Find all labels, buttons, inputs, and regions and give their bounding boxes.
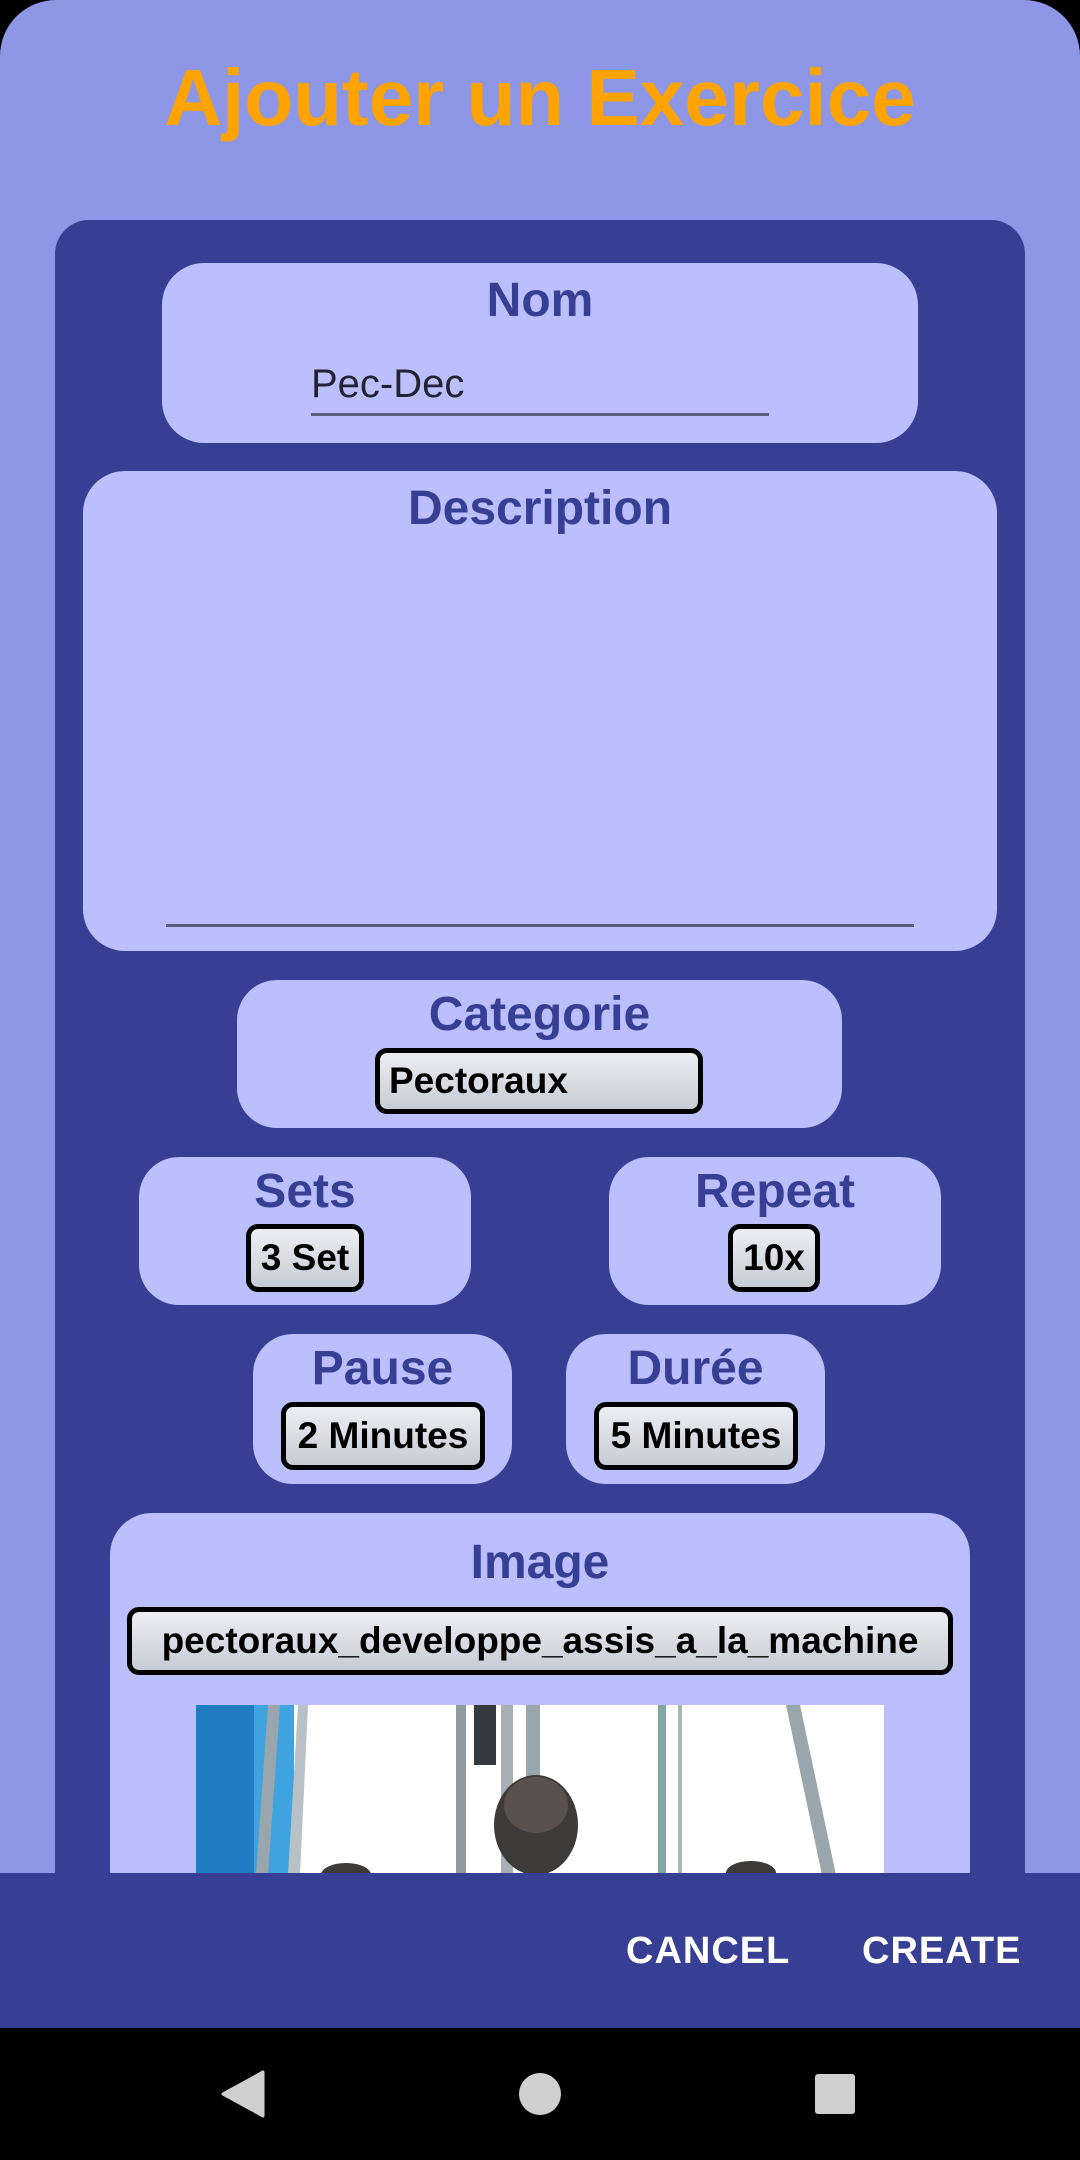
image-label: Image xyxy=(470,1536,610,1589)
name-input-underline xyxy=(311,413,769,416)
pause-label: Pause xyxy=(311,1342,454,1395)
sets-dropdown-value: 3 Set xyxy=(260,1237,350,1278)
duration-dropdown-value: 5 Minutes xyxy=(610,1415,782,1456)
home-circle-icon[interactable] xyxy=(518,2072,562,2116)
duration-label: Durée xyxy=(627,1342,764,1395)
create-button[interactable]: CREATE xyxy=(862,1930,1021,1973)
pause-section: Pause 2 Minutes xyxy=(253,1334,512,1484)
repeat-label: Repeat xyxy=(694,1165,856,1218)
image-dropdown[interactable]: pectoraux_developpe_assis_a_la_machine xyxy=(127,1607,953,1675)
category-dropdown[interactable]: Pectoraux xyxy=(375,1048,703,1114)
exercise-photo-icon xyxy=(196,1705,884,1875)
image-dropdown-value: pectoraux_developpe_assis_a_la_machine xyxy=(161,1620,919,1661)
category-section: Categorie Pectoraux xyxy=(237,980,842,1128)
description-label: Description xyxy=(407,482,673,535)
system-navigation-bar xyxy=(0,2028,1080,2160)
repeat-dropdown-value: 10x xyxy=(743,1237,805,1278)
sets-label: Sets xyxy=(254,1165,356,1218)
cancel-button[interactable]: CANCEL xyxy=(626,1930,790,1973)
repeat-section: Repeat 10x xyxy=(609,1157,941,1305)
duration-dropdown[interactable]: 5 Minutes xyxy=(594,1402,798,1470)
sets-dropdown[interactable]: 3 Set xyxy=(246,1224,364,1292)
name-label: Nom xyxy=(486,274,594,327)
pause-dropdown-value: 2 Minutes xyxy=(297,1415,469,1456)
category-label: Categorie xyxy=(428,988,651,1041)
back-triangle-icon[interactable] xyxy=(221,2070,265,2118)
add-exercise-dialog: Ajouter un Exercice Nom Pec-Dec Descript… xyxy=(0,0,1080,2028)
description-section: Description xyxy=(83,471,997,951)
pause-dropdown[interactable]: 2 Minutes xyxy=(281,1402,485,1470)
description-input-underline xyxy=(166,924,914,927)
category-dropdown-value: Pectoraux xyxy=(389,1060,568,1101)
description-input[interactable] xyxy=(166,561,914,921)
recents-square-icon[interactable] xyxy=(814,2073,856,2115)
exercise-image-preview xyxy=(196,1705,884,1875)
dialog-title: Ajouter un Exercice xyxy=(164,53,916,142)
sets-section: Sets 3 Set xyxy=(139,1157,471,1305)
name-section: Nom Pec-Dec xyxy=(162,263,918,443)
repeat-dropdown[interactable]: 10x xyxy=(728,1224,820,1292)
name-input[interactable]: Pec-Dec xyxy=(311,362,464,407)
duration-section: Durée 5 Minutes xyxy=(566,1334,825,1484)
